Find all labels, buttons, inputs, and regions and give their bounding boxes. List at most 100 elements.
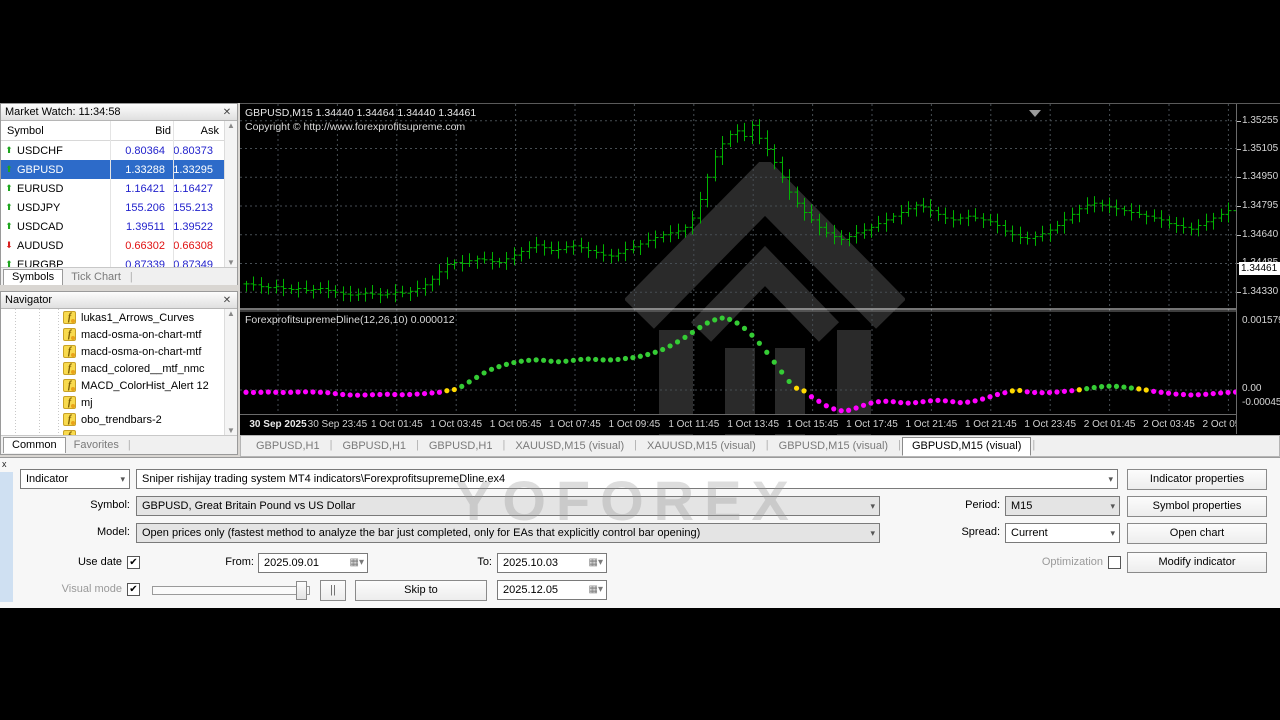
close-icon[interactable]: ✕ (221, 107, 233, 118)
scroll-up-icon[interactable]: ▲ (227, 121, 235, 130)
chart-window[interactable]: GBPUSD,M15 1.34440 1.34464 1.34440 1.344… (240, 103, 1280, 435)
arrow-down-icon: ⬇ (1, 240, 17, 251)
symbol-name: USDCAD (17, 221, 103, 233)
pause-button[interactable]: || (320, 580, 346, 601)
tab-separator: | (129, 271, 134, 285)
market-watch-row[interactable]: ⬆USDJPY155.206155.213 (1, 198, 237, 217)
strategy-tester-panel: x YOFOREX Indicator Sniper rishijay trad… (0, 457, 1280, 608)
navigator-item[interactable]: fmacd-osma-on-chart-mtf (1, 326, 237, 343)
optimization-label: Optimization (1018, 553, 1103, 572)
indicator-properties-button[interactable]: Indicator properties (1127, 469, 1267, 490)
calendar-icon[interactable]: ▦▾ (350, 557, 364, 569)
calendar-icon[interactable]: ▦▾ (589, 557, 603, 569)
market-watch-titlebar: Market Watch: 11:34:58 ✕ (1, 104, 237, 121)
market-watch-row[interactable]: ⬆EURUSD1.164211.16427 (1, 179, 237, 198)
spread-label: Spread: (935, 523, 1000, 542)
price-tick (1237, 121, 1241, 122)
market-watch-scrollbar[interactable]: ▲ ▼ (224, 121, 237, 267)
navigator-item[interactable]: flukas1_Arrows_Curves (1, 309, 237, 326)
symbol-properties-button[interactable]: Symbol properties (1127, 496, 1267, 517)
modify-indicator-button[interactable]: Modify indicator (1127, 552, 1267, 573)
symbol-label: Symbol: (60, 496, 130, 515)
chart-tab[interactable]: XAUUSD,M15 (visual) (638, 438, 765, 455)
indicator-file-icon: f (63, 413, 76, 426)
chart-tab[interactable]: GBPUSD,H1 (247, 438, 329, 455)
indicator-axis-label: 0.001579 (1242, 315, 1280, 326)
optimization-checkbox[interactable] (1108, 556, 1121, 569)
time-axis-label: 2 Oct 01:45 (1084, 419, 1136, 430)
chart-tab[interactable]: GBPUSD,M15 (visual) (770, 438, 897, 455)
to-date-input[interactable]: 2025.10.03▦▾ (497, 553, 607, 573)
arrow-up-icon: ⬆ (1, 221, 17, 232)
navigator-tab[interactable]: Common (3, 437, 66, 453)
column-symbol[interactable]: Symbol (1, 125, 109, 137)
column-divider (110, 121, 111, 267)
arrow-up-icon: ⬆ (1, 202, 17, 213)
market-watch-row[interactable]: ⬆USDCAD1.395111.39522 (1, 217, 237, 236)
time-axis-label: 1 Oct 21:45 (965, 419, 1017, 430)
symbol-name: AUDUSD (17, 240, 103, 252)
market-watch-row[interactable]: ⬆GBPUSD1.332881.33295 (1, 160, 237, 179)
price-chart-canvas[interactable] (240, 104, 1236, 434)
time-axis-label: 1 Oct 17:45 (846, 419, 898, 430)
market-watch-tab[interactable]: Tick Chart (63, 270, 129, 285)
indicator-file-icon: f (63, 362, 76, 375)
time-axis-label: 1 Oct 09:45 (609, 419, 661, 430)
navigator-item[interactable]: fmacd_colored__mtf_nmc (1, 360, 237, 377)
market-watch-panel: Market Watch: 11:34:58 ✕ Symbol Bid Ask … (0, 103, 238, 285)
market-watch-rows: ⬆USDCHF0.803640.80373⬆GBPUSD1.332881.332… (1, 141, 237, 267)
model-select[interactable]: Open prices only (fastest method to anal… (136, 523, 880, 543)
symbol-select[interactable]: GBPUSD, Great Britain Pound vs US Dollar (136, 496, 880, 516)
navigator-tab[interactable]: Favorites (66, 438, 127, 453)
indicator-file-icon: f (63, 430, 76, 435)
indicator-axis-label: -0.000456 (1242, 397, 1280, 408)
arrow-up-icon: ⬆ (1, 164, 17, 175)
indicator-path-select[interactable]: Sniper rishijay trading system MT4 indic… (136, 469, 1118, 489)
time-axis: 30 Sep 202530 Sep 23:451 Oct 01:451 Oct … (240, 414, 1236, 434)
bid-value: 0.87339 (103, 259, 165, 268)
price-tick (1237, 206, 1241, 207)
navigator-item[interactable]: f (1, 428, 237, 435)
tester-mode-select[interactable]: Indicator (20, 469, 130, 489)
market-watch-tab[interactable]: Symbols (3, 269, 63, 285)
bid-value: 155.206 (103, 202, 165, 214)
calendar-icon[interactable]: ▦▾ (589, 584, 603, 596)
market-watch-row[interactable]: ⬇AUDUSD0.663020.66308 (1, 236, 237, 255)
column-ask[interactable]: Ask (171, 125, 221, 137)
price-axis-label: 1.34795 (1242, 200, 1278, 211)
chart-tab[interactable]: GBPUSD,H1 (420, 438, 502, 455)
price-axis-label: 1.34640 (1242, 229, 1278, 240)
skip-date-input[interactable]: 2025.12.05▦▾ (497, 580, 607, 600)
market-watch-row[interactable]: ⬆USDCHF0.803640.80373 (1, 141, 237, 160)
close-icon[interactable]: ✕ (221, 295, 233, 306)
close-icon[interactable]: x (2, 459, 7, 469)
column-bid[interactable]: Bid (109, 125, 171, 137)
chart-tab[interactable]: GBPUSD,M15 (visual) (902, 437, 1031, 456)
indicator-file-icon: f (63, 345, 76, 358)
market-watch-row[interactable]: ⬆EURGBP0.873390.87349 (1, 255, 237, 267)
from-date-input[interactable]: 2025.09.01▦▾ (258, 553, 368, 573)
price-axis-label: 1.35105 (1242, 143, 1278, 154)
visual-speed-slider[interactable] (152, 586, 310, 595)
time-axis-label: 1 Oct 01:45 (371, 419, 423, 430)
time-axis-label: 1 Oct 11:45 (668, 419, 719, 430)
navigator-item[interactable]: fMACD_ColorHist_Alert 12 (1, 377, 237, 394)
current-price-box: 1.34461 (1239, 262, 1280, 275)
scroll-down-icon[interactable]: ▼ (227, 258, 235, 267)
time-axis-label: 1 Oct 03:45 (430, 419, 482, 430)
spread-select[interactable]: Current (1005, 523, 1120, 543)
use-date-checkbox[interactable]: ✔ (127, 556, 140, 569)
chart-tab[interactable]: XAUUSD,M15 (visual) (506, 438, 633, 455)
indicator-file-icon: f (63, 328, 76, 341)
skip-to-button[interactable]: Skip to (355, 580, 487, 601)
chart-tab[interactable]: GBPUSD,H1 (333, 438, 415, 455)
slider-thumb[interactable] (296, 581, 307, 600)
open-chart-button[interactable]: Open chart (1127, 523, 1267, 544)
navigator-item[interactable]: fmacd-osma-on-chart-mtf (1, 343, 237, 360)
navigator-item[interactable]: fmj (1, 394, 237, 411)
period-select[interactable]: M15 (1005, 496, 1120, 516)
visual-mode-checkbox[interactable]: ✔ (127, 583, 140, 596)
navigator-item[interactable]: f obo_trendbars-2 (1, 411, 237, 428)
navigator-item-label: obo_trendbars-2 (81, 414, 162, 426)
bid-value: 1.33288 (103, 164, 165, 176)
